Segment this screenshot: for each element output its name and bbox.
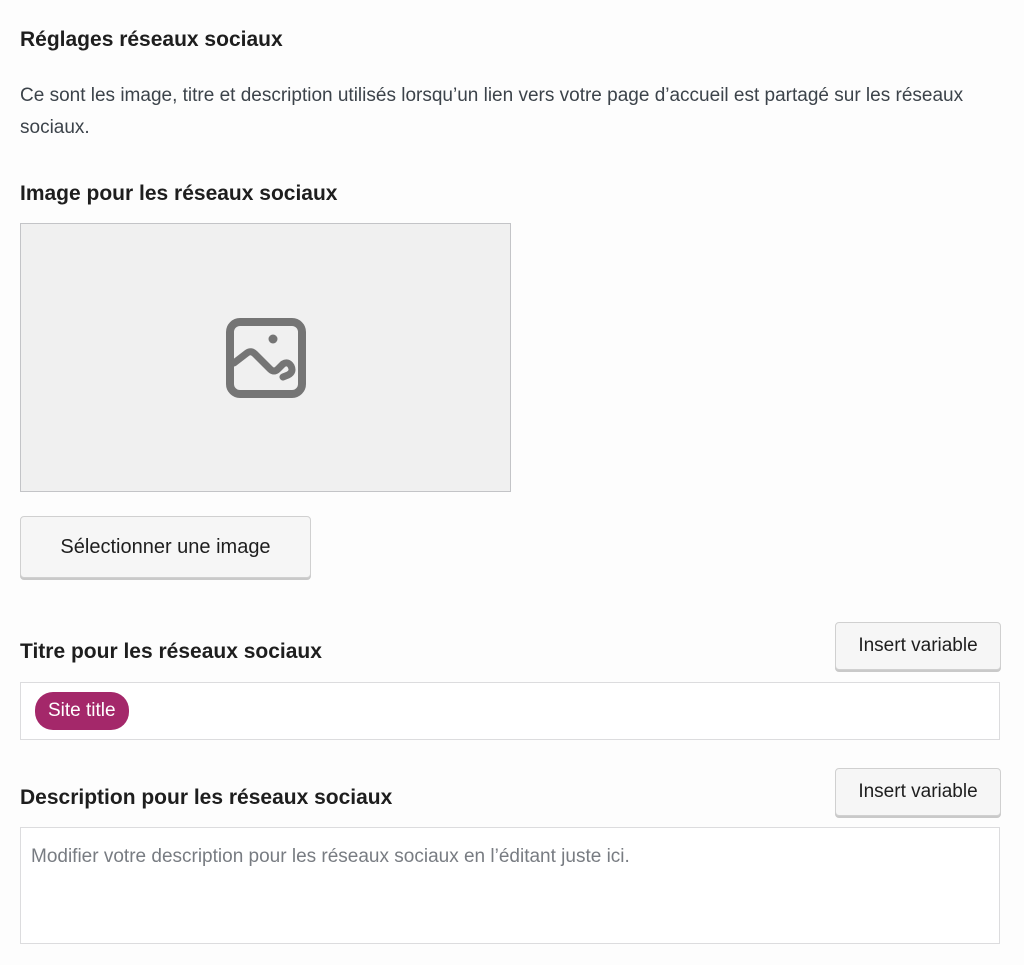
- description-field-label: Description pour les réseaux sociaux: [20, 786, 393, 809]
- site-title-tag[interactable]: Site title: [35, 692, 129, 730]
- title-field-label: Titre pour les réseaux sociaux: [20, 640, 322, 663]
- description-placeholder: Modifier votre description pour les rése…: [31, 846, 630, 867]
- description-input[interactable]: Modifier votre description pour les rése…: [20, 827, 1000, 944]
- select-image-button[interactable]: Sélectionner une image: [20, 516, 311, 578]
- image-field-label: Image pour les réseaux sociaux: [20, 182, 338, 205]
- image-icon: [225, 317, 306, 398]
- insert-variable-button-title[interactable]: Insert variable: [835, 622, 1001, 670]
- title-input[interactable]: Site title: [20, 682, 1000, 740]
- image-placeholder[interactable]: [20, 223, 511, 492]
- section-description: Ce sont les image, titre et description …: [20, 85, 964, 138]
- section-title: Réglages réseaux sociaux: [20, 28, 283, 51]
- insert-variable-button-description[interactable]: Insert variable: [835, 768, 1001, 816]
